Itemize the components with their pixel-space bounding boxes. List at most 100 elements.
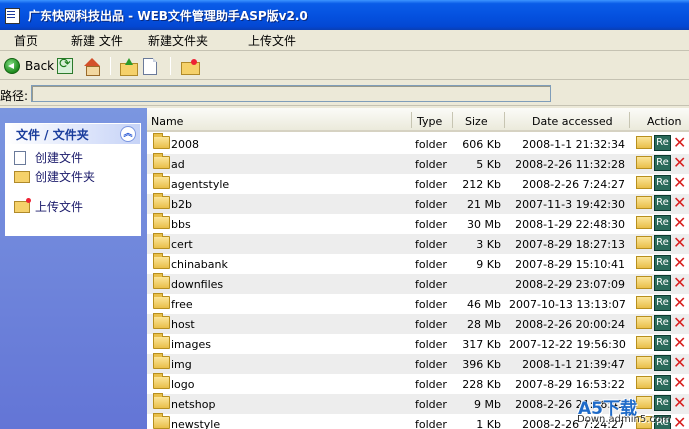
- open-folder-icon[interactable]: [636, 216, 652, 229]
- home-button[interactable]: [83, 55, 101, 77]
- column-separator[interactable]: [629, 112, 630, 128]
- column-separator[interactable]: [452, 112, 453, 128]
- table-row[interactable]: agentstyle folder 212 Kb 2008-2-26 7:24:27 R…: [147, 173, 689, 194]
- rename-button[interactable]: Re: [654, 255, 671, 271]
- file-name[interactable]: b2b: [171, 198, 192, 211]
- new-file-button[interactable]: [143, 55, 157, 77]
- delete-icon[interactable]: ✕: [673, 314, 688, 332]
- file-name[interactable]: netshop: [171, 398, 215, 411]
- file-name[interactable]: ad: [171, 158, 185, 171]
- delete-icon[interactable]: ✕: [673, 274, 688, 292]
- file-type: folder: [415, 398, 447, 411]
- open-folder-icon[interactable]: [636, 136, 652, 149]
- rename-button[interactable]: Re: [654, 275, 671, 291]
- column-separator[interactable]: [504, 112, 505, 128]
- menu-new-file[interactable]: 新建 文件: [71, 32, 123, 49]
- up-folder-button[interactable]: [120, 55, 138, 77]
- file-date: 2008-2-26 20:00:24: [515, 318, 625, 331]
- rename-button[interactable]: Re: [654, 155, 671, 171]
- table-row[interactable]: host folder 28 Mb 2008-2-26 20:00:24 Re ✕: [147, 313, 689, 334]
- file-name[interactable]: img: [171, 358, 192, 371]
- table-row[interactable]: images folder 317 Kb 2007-12-22 19:56:30 Re ✕: [147, 333, 689, 354]
- column-type[interactable]: Type: [417, 115, 442, 128]
- collapse-icon[interactable]: ︽: [120, 126, 136, 142]
- refresh-icon: [57, 56, 73, 74]
- rename-button[interactable]: Re: [654, 215, 671, 231]
- file-name[interactable]: chinabank: [171, 258, 228, 271]
- refresh-button[interactable]: [57, 55, 73, 77]
- open-folder-icon[interactable]: [636, 176, 652, 189]
- file-name[interactable]: cert: [171, 238, 193, 251]
- open-folder-icon[interactable]: [636, 236, 652, 249]
- column-date[interactable]: Date accessed: [532, 115, 613, 128]
- file-name[interactable]: logo: [171, 378, 195, 391]
- open-folder-icon[interactable]: [636, 336, 652, 349]
- path-label: 路径:: [0, 89, 29, 103]
- file-name[interactable]: images: [171, 338, 211, 351]
- file-name[interactable]: free: [171, 298, 193, 311]
- sidebar-item-create-file[interactable]: 创建文件: [14, 149, 83, 166]
- sidebar-item-upload-file[interactable]: 上传文件: [14, 197, 83, 215]
- delete-icon[interactable]: ✕: [673, 334, 688, 352]
- open-folder-icon[interactable]: [636, 316, 652, 329]
- delete-icon[interactable]: ✕: [673, 214, 688, 232]
- delete-icon[interactable]: ✕: [673, 254, 688, 272]
- file-name[interactable]: bbs: [171, 218, 191, 231]
- sidebar-item-create-folder[interactable]: 创建文件夹: [14, 168, 95, 185]
- table-row[interactable]: free folder 46 Mb 2007-10-13 13:13:07 Re ✕: [147, 293, 689, 314]
- delete-icon[interactable]: ✕: [673, 354, 688, 372]
- delete-icon[interactable]: ✕: [673, 154, 688, 172]
- rename-button[interactable]: Re: [654, 295, 671, 311]
- open-folder-icon[interactable]: [636, 356, 652, 369]
- column-separator[interactable]: [411, 112, 412, 128]
- table-row[interactable]: b2b folder 21 Mb 2007-11-3 19:42:30 Re ✕: [147, 193, 689, 214]
- rename-button[interactable]: Re: [654, 375, 671, 391]
- table-row[interactable]: ad folder 5 Kb 2008-2-26 11:32:28 Re ✕: [147, 153, 689, 174]
- delete-icon[interactable]: ✕: [673, 134, 688, 152]
- rename-button[interactable]: Re: [654, 175, 671, 191]
- open-folder-icon[interactable]: [636, 276, 652, 289]
- file-name[interactable]: 2008: [171, 138, 199, 151]
- delete-icon[interactable]: ✕: [673, 174, 688, 192]
- folder-icon: [153, 193, 170, 209]
- column-name[interactable]: Name: [151, 115, 183, 128]
- table-row[interactable]: cert folder 3 Kb 2007-8-29 18:27:13 Re ✕: [147, 233, 689, 254]
- table-row[interactable]: downfiles folder 2008-2-29 23:07:09 Re ✕: [147, 273, 689, 294]
- open-folder-icon[interactable]: [636, 156, 652, 169]
- rename-button[interactable]: Re: [654, 315, 671, 331]
- open-folder-icon[interactable]: [636, 296, 652, 309]
- back-button[interactable]: Back: [4, 55, 54, 77]
- file-size: 5 Kb: [476, 158, 501, 171]
- open-folder-icon[interactable]: [636, 256, 652, 269]
- new-folder-button[interactable]: [181, 55, 200, 77]
- open-folder-icon[interactable]: [636, 196, 652, 209]
- file-date: 2008-1-1 21:39:47: [522, 358, 625, 371]
- column-action[interactable]: Action: [647, 115, 681, 128]
- menu-upload-file[interactable]: 上传文件: [248, 32, 296, 49]
- file-name[interactable]: downfiles: [171, 278, 223, 291]
- table-row[interactable]: img folder 396 Kb 2008-1-1 21:39:47 Re ✕: [147, 353, 689, 374]
- rename-button[interactable]: Re: [654, 235, 671, 251]
- delete-icon[interactable]: ✕: [673, 374, 688, 392]
- rename-button[interactable]: Re: [654, 195, 671, 211]
- file-name[interactable]: newstyle: [171, 418, 220, 429]
- menu-new-folder[interactable]: 新建文件夹: [148, 32, 208, 49]
- menu-home[interactable]: 首页: [14, 32, 38, 49]
- file-name[interactable]: agentstyle: [171, 178, 229, 191]
- rename-button[interactable]: Re: [654, 135, 671, 151]
- delete-icon[interactable]: ✕: [673, 234, 688, 252]
- path-input[interactable]: [31, 85, 551, 102]
- table-row[interactable]: chinabank folder 9 Kb 2007-8-29 15:10:41 Re ✕: [147, 253, 689, 274]
- open-folder-icon[interactable]: [636, 376, 652, 389]
- path-bar: 路径:: [0, 81, 689, 106]
- delete-icon[interactable]: ✕: [673, 194, 688, 212]
- delete-icon[interactable]: ✕: [673, 294, 688, 312]
- task-panel-header[interactable]: 文件 / 文件夹 ︽: [6, 124, 140, 144]
- column-size[interactable]: Size: [465, 115, 488, 128]
- file-name[interactable]: host: [171, 318, 195, 331]
- table-row[interactable]: logo folder 228 Kb 2007-8-29 16:53:22 Re ✕: [147, 373, 689, 394]
- rename-button[interactable]: Re: [654, 355, 671, 371]
- table-row[interactable]: bbs folder 30 Mb 2008-1-29 22:48:30 Re ✕: [147, 213, 689, 234]
- rename-button[interactable]: Re: [654, 335, 671, 351]
- table-row[interactable]: 2008 folder 606 Kb 2008-1-1 21:32:34 Re ✕: [147, 133, 689, 154]
